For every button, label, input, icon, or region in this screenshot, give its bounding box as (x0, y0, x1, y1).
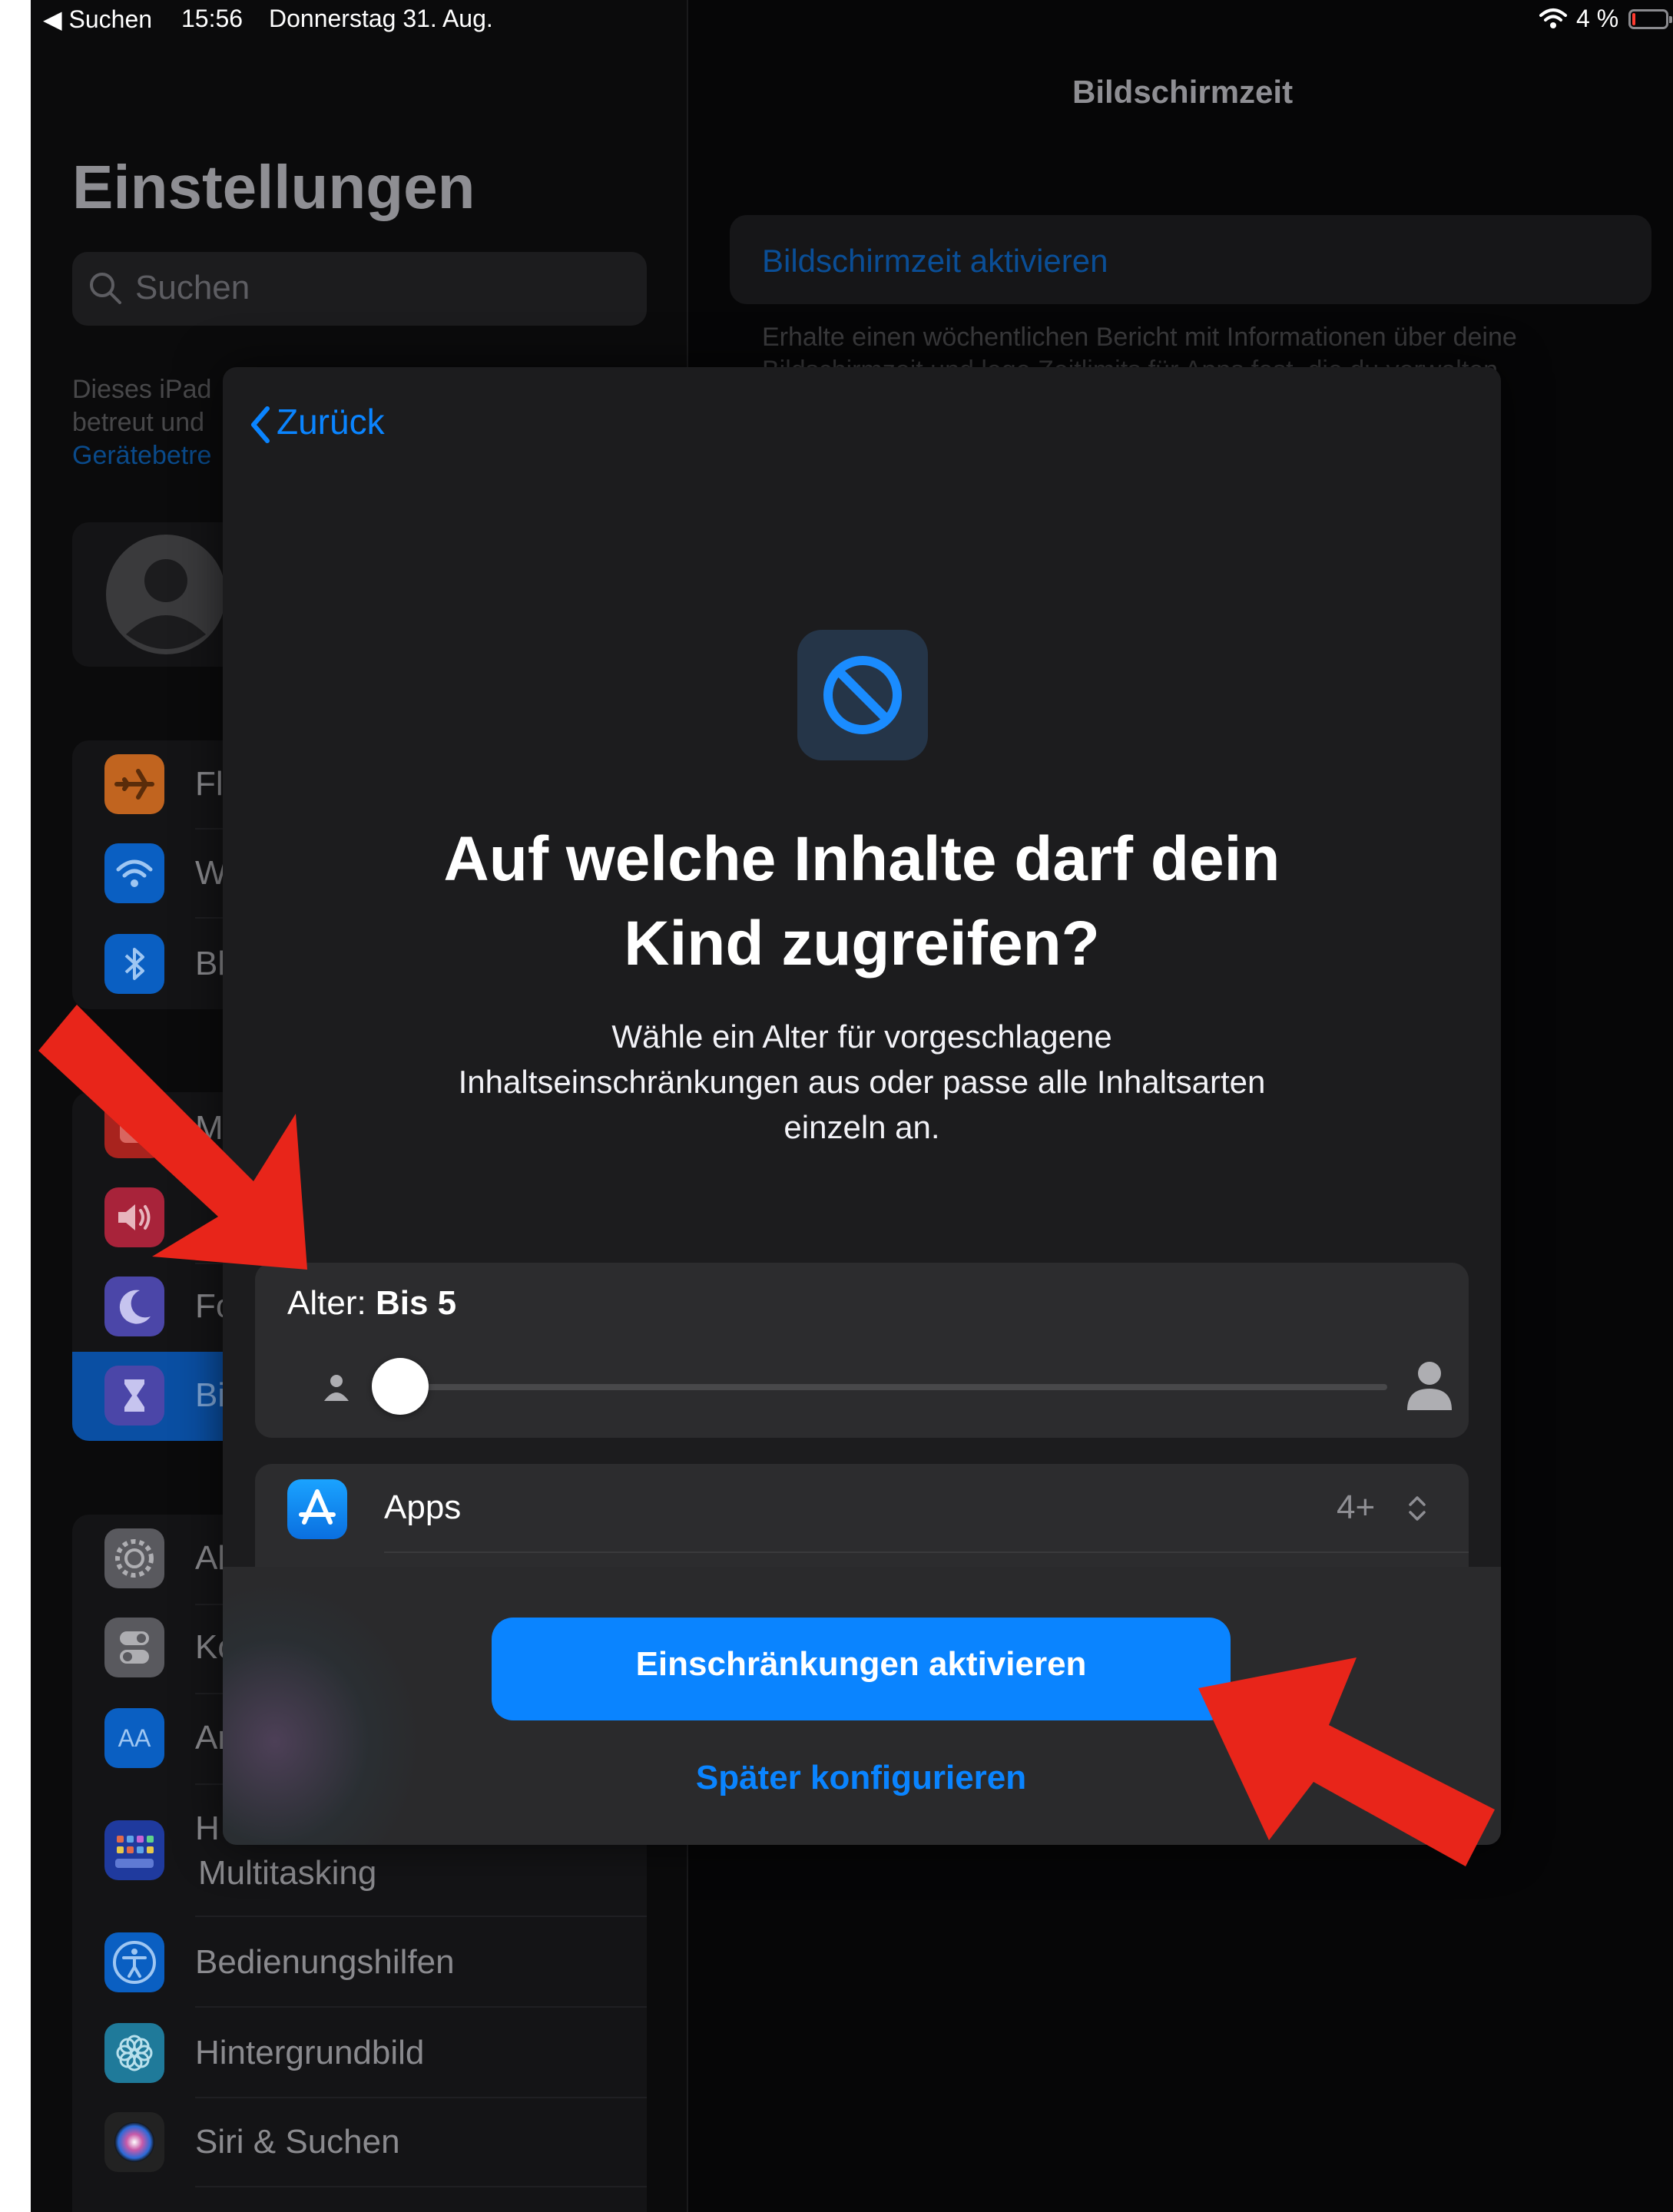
age-label: Alter: Bis 5 (287, 1284, 457, 1322)
sound-icon (104, 1187, 164, 1247)
sidebar-item-multitasking[interactable]: Multitasking (198, 1854, 376, 1892)
sidebar-item-siri[interactable]: Siri & Suchen (195, 2123, 400, 2161)
text-size-icon: AA (104, 1708, 164, 1768)
status-time: 15:56 (181, 5, 243, 32)
sidebar-item-screentime[interactable]: Bi (195, 1376, 225, 1415)
activate-screentime-link[interactable]: Bildschirmzeit aktivieren (762, 243, 1108, 280)
wifi-status-icon (1538, 8, 1569, 31)
sidebar-item-general[interactable]: Al (195, 1539, 225, 1578)
sidebar-item-bluetooth[interactable]: Bl (195, 945, 225, 983)
siri-icon (104, 2112, 164, 2172)
ipad-screen: ◀ Suchen 15:56 Donnerstag 31. Aug. 4 % E… (31, 0, 1673, 2212)
avatar (104, 533, 227, 656)
child-person-icon (320, 1370, 353, 1404)
status-date: Donnerstag 31. Aug. (269, 5, 493, 32)
airplane-icon (104, 754, 164, 814)
device-management-link[interactable]: Gerätebetre (72, 439, 211, 472)
back-button[interactable]: Zurück (277, 401, 385, 442)
restriction-icon (797, 630, 928, 760)
battery-icon (1628, 9, 1672, 29)
up-down-chevron-icon (1406, 1493, 1429, 1524)
blurred-glow (223, 1581, 422, 1845)
content-restrictions-sheet: Zurück Auf welche Inhalte darf dein Kind… (223, 367, 1501, 1845)
search-icon (88, 270, 123, 306)
gear-icon (104, 1528, 164, 1588)
notifications-icon (104, 1098, 164, 1158)
status-back-app[interactable]: ◀ Suchen (43, 5, 152, 34)
age-value: Bis 5 (375, 1284, 457, 1322)
sidebar-item-notifications[interactable]: M (195, 1109, 224, 1147)
moon-icon (104, 1277, 164, 1336)
sheet-headline: Auf welche Inhalte darf dein Kind zugrei… (443, 824, 1280, 979)
page-title: Einstellungen (72, 153, 475, 221)
apps-rating-value[interactable]: 4+ (1337, 1488, 1375, 1527)
search-placeholder: Suchen (135, 269, 250, 306)
sidebar-item-home-screen[interactable]: H (195, 1810, 220, 1848)
battery-percent: 4 % (1576, 5, 1619, 32)
configure-later-button[interactable]: Später konfigurieren (492, 1759, 1231, 1797)
toggles-icon (104, 1618, 164, 1677)
flower-icon (104, 2023, 164, 2083)
sheet-subtitle: Wähle ein Alter für vorgeschlagene Inhal… (458, 1018, 1266, 1145)
bluetooth-icon (104, 934, 164, 994)
sidebar-item-wallpaper[interactable]: Hintergrundbild (195, 2034, 424, 2072)
row-separator (195, 2186, 647, 2187)
wifi-icon (104, 843, 164, 903)
svg-text:AA: AA (118, 1724, 151, 1752)
chevron-left-icon[interactable] (249, 406, 272, 444)
age-slider-track[interactable] (399, 1384, 1387, 1390)
sidebar-item-airplane[interactable]: Fl (195, 765, 224, 803)
row-separator (384, 1551, 1469, 1553)
left-white-margin (0, 0, 31, 2212)
adult-person-icon (1403, 1356, 1456, 1413)
sidebar-item-accessibility[interactable]: Bedienungshilfen (195, 1943, 455, 1982)
row-separator (195, 1916, 647, 1917)
detail-title: Bildschirmzeit (1072, 74, 1294, 110)
accessibility-icon (104, 1932, 164, 1992)
row-separator (195, 2097, 647, 2098)
home-screen-icon (104, 1820, 164, 1880)
apps-label: Apps (384, 1488, 462, 1526)
enable-restrictions-label: Einschränkungen aktivieren (635, 1645, 1087, 1683)
app-store-icon (287, 1479, 347, 1539)
row-separator (195, 2006, 647, 2008)
age-slider-thumb[interactable] (372, 1358, 429, 1415)
hourglass-icon (104, 1366, 164, 1426)
supervision-note: Dieses iPad betreut und Gerätebetre (72, 373, 211, 472)
